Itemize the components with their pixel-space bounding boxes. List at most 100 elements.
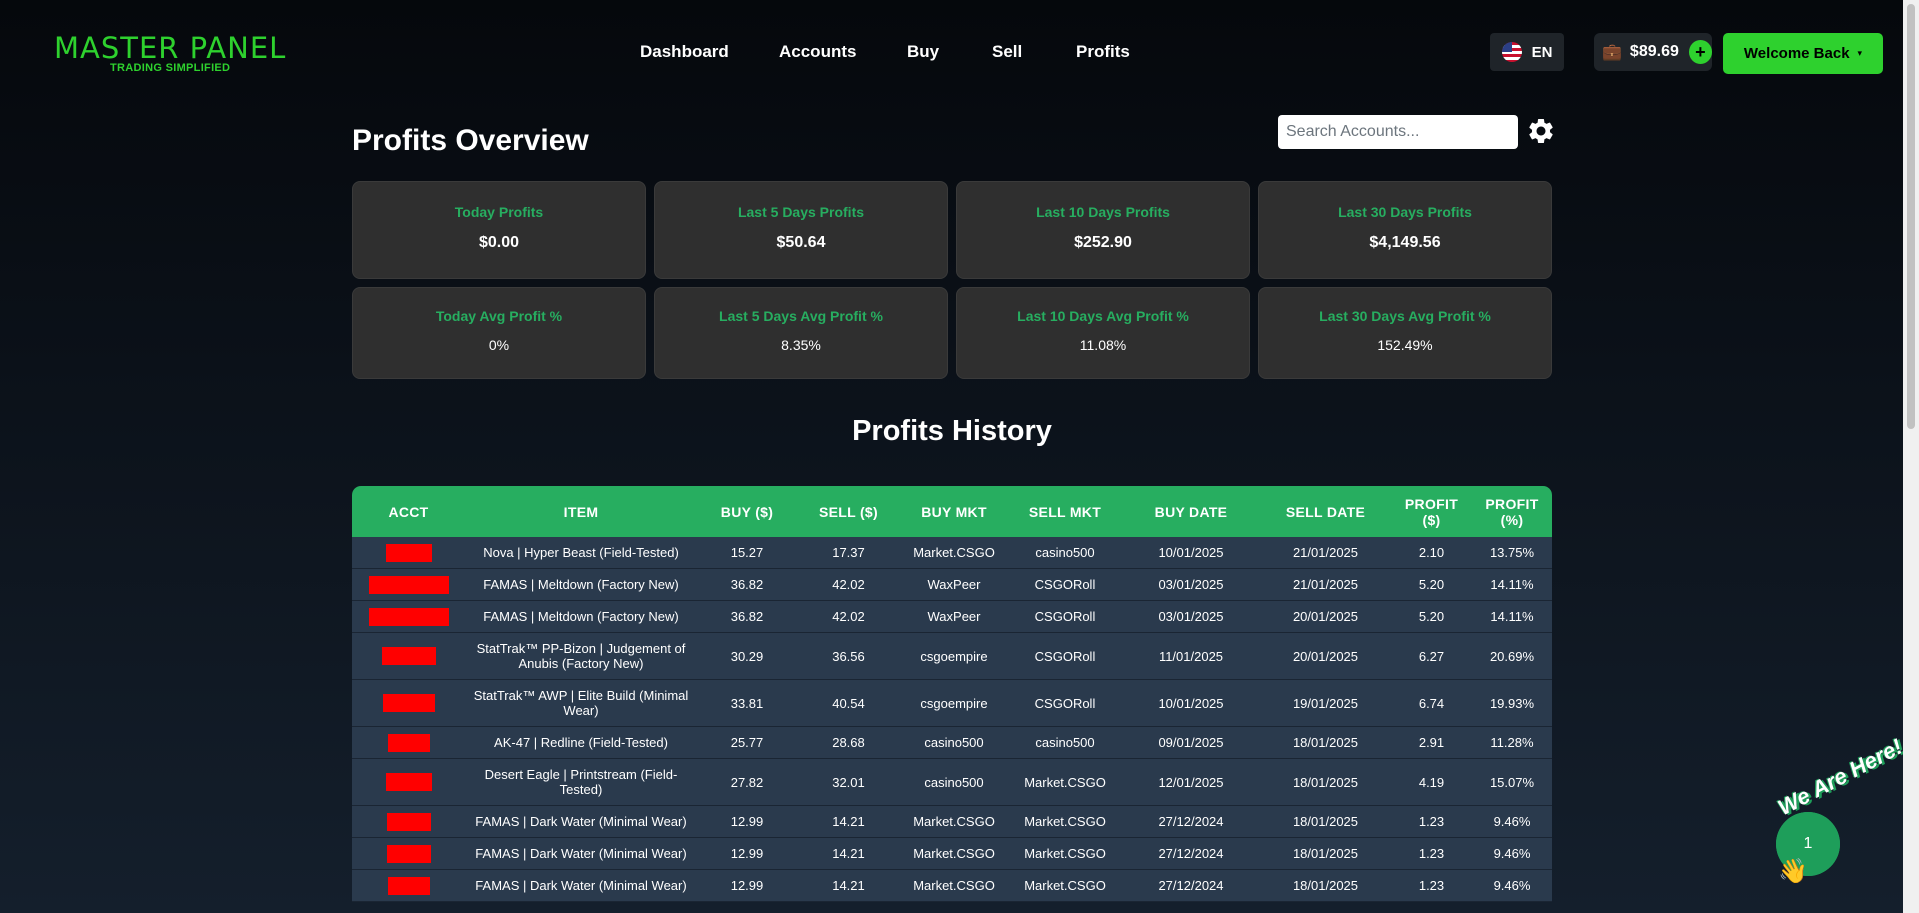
page-scrollbar[interactable] <box>1903 0 1919 913</box>
item-cell: StatTrak™ PP-Bizon | Judgement of Anubis… <box>465 632 697 680</box>
profit-cell: 1.23 <box>1391 869 1472 902</box>
buy-cell: 12.99 <box>697 837 797 870</box>
redacted-account <box>385 543 432 562</box>
brand-logo[interactable]: MASTER PANEL TRADING SIMPLIFIED <box>54 31 287 75</box>
buy-mkt-cell: Market.CSGO <box>900 837 1008 870</box>
sell-mkt-cell: Market.CSGO <box>1008 837 1122 870</box>
sell-cell: 40.54 <box>797 679 900 727</box>
stat-value: $0.00 <box>478 234 520 251</box>
stat-label: Last 30 Days Profits <box>1338 204 1472 220</box>
table-header: ACCT ITEM BUY ($) SELL ($) BUY MKT SELL … <box>352 486 1552 537</box>
stat-label: Last 10 Days Avg Profit % <box>1017 308 1189 324</box>
stat-card-today-profits: Today Profits $0.00 <box>352 181 646 279</box>
sell-cell: 17.37 <box>797 537 900 569</box>
brand-name: MASTER PANEL <box>54 31 287 65</box>
table-row: FAMAS | Meltdown (Factory New) 36.82 42.02… <box>352 568 1552 601</box>
profit-pct-cell: 11.28% <box>1472 726 1552 759</box>
sell-mkt-cell: CSGORoll <box>1008 679 1122 727</box>
redacted-account <box>386 812 431 831</box>
table-row: FAMAS | Dark Water (Minimal Wear) 12.99 14… <box>352 837 1552 870</box>
buy-cell: 12.99 <box>697 869 797 902</box>
profit-cell: 2.10 <box>1391 537 1472 569</box>
profit-pct-cell: 9.46% <box>1472 805 1552 838</box>
stat-card-30-days-avg: Last 30 Days Avg Profit % 152.49% <box>1258 287 1552 379</box>
sell-cell: 14.21 <box>797 805 900 838</box>
acct-cell <box>352 726 465 759</box>
scrollbar-thumb[interactable] <box>1907 4 1915 429</box>
language-selector[interactable]: EN <box>1490 33 1564 71</box>
acct-cell <box>352 600 465 633</box>
buy-mkt-cell: casino500 <box>900 726 1008 759</box>
nav-dashboard[interactable]: Dashboard <box>640 42 729 62</box>
redacted-account <box>368 607 449 626</box>
buy-date-cell: 10/01/2025 <box>1122 537 1260 569</box>
table-row: FAMAS | Dark Water (Minimal Wear) 12.99 14… <box>352 869 1552 902</box>
col-buy-mkt: BUY MKT <box>900 486 1008 537</box>
profit-pct-cell: 15.07% <box>1472 758 1552 806</box>
item-cell: FAMAS | Dark Water (Minimal Wear) <box>465 869 697 902</box>
acct-cell <box>352 632 465 680</box>
item-cell: FAMAS | Meltdown (Factory New) <box>465 600 697 633</box>
item-cell: FAMAS | Dark Water (Minimal Wear) <box>465 837 697 870</box>
sell-date-cell: 18/01/2025 <box>1260 726 1391 759</box>
buy-cell: 15.27 <box>697 537 797 569</box>
sell-cell: 28.68 <box>797 726 900 759</box>
buy-date-cell: 03/01/2025 <box>1122 568 1260 601</box>
stat-label: Last 30 Days Avg Profit % <box>1319 308 1491 324</box>
profit-cell: 5.20 <box>1391 600 1472 633</box>
search-input[interactable] <box>1278 115 1518 149</box>
profit-cell: 6.74 <box>1391 679 1472 727</box>
profit-pct-cell: 9.46% <box>1472 837 1552 870</box>
stat-card-5-days-profits: Last 5 Days Profits $50.64 <box>654 181 948 279</box>
table-row: FAMAS | Meltdown (Factory New) 36.82 42.02… <box>352 600 1552 633</box>
stat-card-30-days-profits: Last 30 Days Profits $4,149.56 <box>1258 181 1552 279</box>
nav-sell[interactable]: Sell <box>992 42 1022 62</box>
wallet-balance[interactable]: 💼 $89.69 + <box>1594 33 1712 71</box>
stat-label: Today Profits <box>454 204 544 220</box>
table-body: Nova | Hyper Beast (Field-Tested) 15.27 17… <box>352 537 1552 902</box>
nav-buy[interactable]: Buy <box>907 42 939 62</box>
col-sell-date: SELL DATE <box>1260 486 1391 537</box>
user-menu-button[interactable]: Welcome Back ▾ <box>1723 33 1883 74</box>
nav-accounts[interactable]: Accounts <box>779 42 856 62</box>
sell-mkt-cell: Market.CSGO <box>1008 805 1122 838</box>
stat-card-10-days-avg: Last 10 Days Avg Profit % 11.08% <box>956 287 1250 379</box>
col-buy: BUY ($) <box>697 486 797 537</box>
sell-mkt-cell: casino500 <box>1008 726 1122 759</box>
profit-pct-cell: 13.75% <box>1472 537 1552 569</box>
buy-mkt-cell: Market.CSGO <box>900 537 1008 569</box>
stat-label: Last 10 Days Profits <box>1036 204 1170 220</box>
table-row: FAMAS | Dark Water (Minimal Wear) 12.99 14… <box>352 805 1552 838</box>
acct-cell <box>352 679 465 727</box>
stat-value: 11.08% <box>1079 337 1127 353</box>
buy-mkt-cell: csgoempire <box>900 632 1008 680</box>
redacted-account <box>387 733 430 752</box>
buy-mkt-cell: Market.CSGO <box>900 869 1008 902</box>
top-navbar: MASTER PANEL TRADING SIMPLIFIED Dashboar… <box>0 0 1903 105</box>
nav-profits[interactable]: Profits <box>1076 42 1130 62</box>
chat-widget-label: We Are Here! <box>1773 733 1907 821</box>
redacted-account <box>386 844 431 863</box>
col-buy-date: BUY DATE <box>1122 486 1260 537</box>
gear-icon[interactable] <box>1526 116 1556 146</box>
buy-date-cell: 27/12/2024 <box>1122 805 1260 838</box>
sell-date-cell: 20/01/2025 <box>1260 632 1391 680</box>
sell-cell: 42.02 <box>797 600 900 633</box>
buy-cell: 30.29 <box>697 632 797 680</box>
sell-date-cell: 20/01/2025 <box>1260 600 1391 633</box>
table-row: Desert Eagle | Printstream (Field-Tested… <box>352 758 1552 806</box>
add-funds-button[interactable]: + <box>1688 40 1712 64</box>
stat-value: $252.90 <box>1074 234 1132 251</box>
stat-value: 152.49% <box>1377 337 1433 353</box>
caret-down-icon: ▾ <box>1857 48 1863 58</box>
profits-history-table: ACCT ITEM BUY ($) SELL ($) BUY MKT SELL … <box>352 486 1552 913</box>
profit-pct-cell: 9.46% <box>1472 869 1552 902</box>
acct-cell <box>352 837 465 870</box>
buy-cell: 33.81 <box>697 679 797 727</box>
col-acct: ACCT <box>352 486 465 537</box>
stat-label: Last 5 Days Profits <box>737 204 865 220</box>
buy-cell: 36.82 <box>697 600 797 633</box>
stat-card-10-days-profits: Last 10 Days Profits $252.90 <box>956 181 1250 279</box>
redacted-account <box>382 694 435 712</box>
sell-mkt-cell: Market.CSGO <box>1008 758 1122 806</box>
